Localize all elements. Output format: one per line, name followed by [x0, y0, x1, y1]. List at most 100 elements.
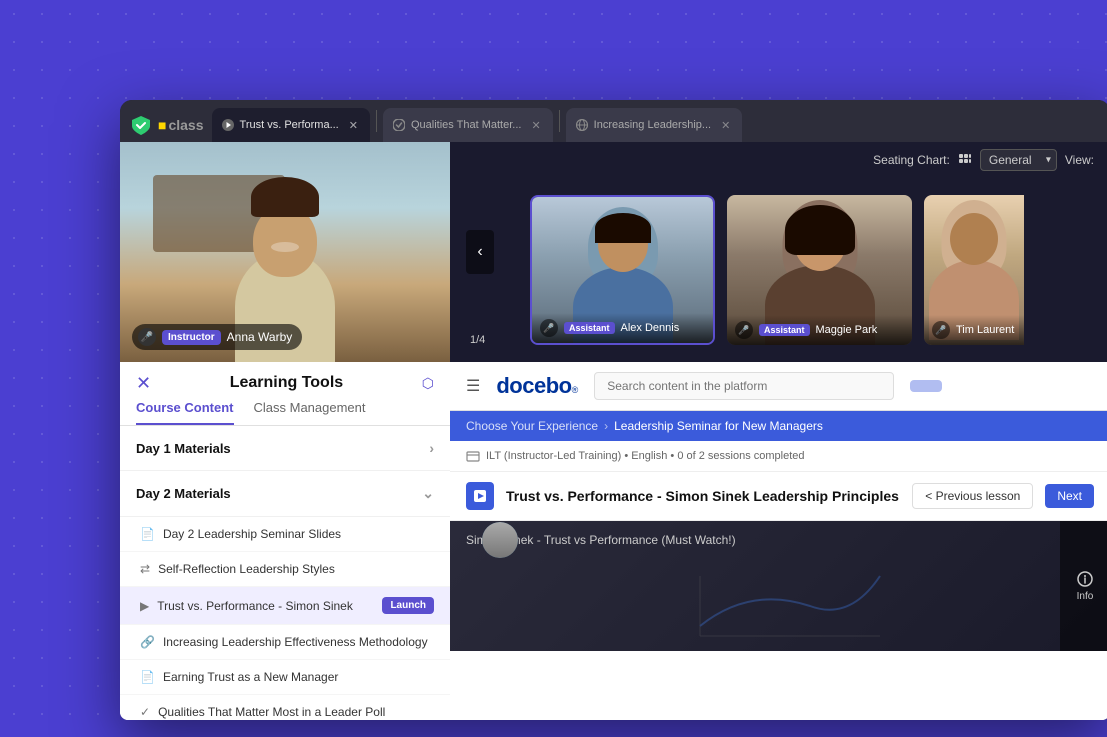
video-info-button[interactable]: Info: [1060, 521, 1107, 651]
lesson-nav: Trust vs. Performance - Simon Sinek Lead…: [450, 472, 1107, 521]
docebo-breadcrumb: Choose Your Experience › Leadership Semi…: [450, 411, 1107, 441]
external-link-icon[interactable]: ⬡: [422, 375, 434, 392]
tab-separator-1: [376, 110, 377, 132]
docebo-header: ☰ docebo ®: [450, 362, 1107, 411]
video-content[interactable]: Simon Sinek - Trust vs Performance (Must…: [450, 521, 1107, 651]
sub-item-trust-performance[interactable]: ▶ Trust vs. Performance - Simon Sinek La…: [120, 587, 450, 625]
maggie-name: Maggie Park: [816, 324, 878, 336]
breadcrumb-parent[interactable]: Choose Your Experience: [466, 419, 598, 433]
tab2-close[interactable]: ✕: [531, 119, 540, 132]
tab-separator-2: [559, 110, 560, 132]
reflection-icon: ⇄: [140, 562, 150, 576]
day1-item[interactable]: Day 1 Materials ›: [120, 426, 450, 471]
globe-icon: [576, 119, 588, 131]
tim-label: 🎤 Tim Laurent: [924, 315, 1024, 345]
seating-chart-label: Seating Chart:: [873, 153, 950, 167]
participant-card-tim[interactable]: 🎤 Tim Laurent: [924, 195, 1024, 345]
docebo-logo: docebo ®: [496, 373, 578, 399]
mic-icon: 🎤: [138, 328, 156, 346]
sub-item-6-label: Qualities That Matter Most in a Leader P…: [158, 705, 434, 719]
sub-item-1-label: Day 2 Leadership Seminar Slides: [163, 527, 434, 541]
tab-class-management[interactable]: Class Management: [254, 400, 366, 425]
link-icon: 🔗: [140, 635, 155, 649]
hamburger-icon[interactable]: ☰: [466, 376, 480, 396]
tab1-close[interactable]: ✕: [349, 119, 358, 132]
sub-item-qualities-poll[interactable]: ✓ Qualities That Matter Most in a Leader…: [120, 695, 450, 720]
instructor-badge: 🎤 Instructor Anna Warby: [132, 324, 302, 350]
docebo-section: ☰ docebo ® Choose Your Experience › Lead…: [450, 362, 1107, 720]
instructor-role-label: Instructor: [162, 330, 221, 345]
maggie-assistant-badge: Assistant: [759, 324, 810, 336]
sub-item-5-label: Earning Trust as a New Manager: [163, 670, 434, 684]
course-meta-text: ILT (Instructor-Led Training) • English …: [486, 450, 805, 462]
seating-bar: Seating Chart: General: [450, 142, 1107, 178]
sub-item-self-reflection[interactable]: ⇄ Self-Reflection Leadership Styles: [120, 552, 450, 587]
page-indicator: 1/4: [470, 334, 485, 346]
tab-course-content[interactable]: Course Content: [136, 400, 234, 425]
breadcrumb-current: Leadership Seminar for New Managers: [614, 419, 823, 433]
participant-card-maggie[interactable]: 🎤 Assistant Maggie Park: [727, 195, 912, 345]
sub-item-3-label: Trust vs. Performance - Simon Sinek: [157, 599, 374, 613]
tab-trust-vs-performance[interactable]: Trust vs. Performa... ✕: [212, 108, 370, 142]
seating-select-wrap[interactable]: General: [980, 149, 1057, 171]
lesson-type-icon: [466, 482, 494, 510]
participant-card-alex[interactable]: 🎤 Assistant Alex Dennis: [530, 195, 715, 345]
docebo-logo-text: docebo: [496, 373, 571, 399]
alex-mic-icon: 🎤: [540, 319, 558, 337]
docebo-action-button[interactable]: [910, 380, 942, 392]
video-visual: [530, 561, 1050, 651]
docebo-inner: ☰ docebo ® Choose Your Experience › Lead…: [450, 362, 1107, 720]
day2-chevron-icon: ⌄: [422, 485, 434, 502]
sub-item-seminar-slides[interactable]: 📄 Day 2 Leadership Seminar Slides: [120, 517, 450, 552]
course-list: Day 1 Materials › Day 2 Materials ⌄ 📄 Da…: [120, 426, 450, 720]
day2-sub-items: 📄 Day 2 Leadership Seminar Slides ⇄ Self…: [120, 517, 450, 720]
tab-qualities-that-matter[interactable]: Qualities That Matter... ✕: [383, 108, 553, 142]
next-lesson-button[interactable]: Next: [1045, 484, 1094, 508]
info-icon: [1077, 571, 1093, 587]
class-logo-text: ■ class: [158, 117, 204, 133]
learning-tools-title: Learning Tools: [151, 374, 422, 392]
tab2-label: Qualities That Matter...: [411, 119, 521, 131]
seating-dropdown[interactable]: General: [980, 149, 1057, 171]
tim-mic-icon: 🎤: [932, 321, 950, 339]
close-button[interactable]: ✕: [136, 374, 151, 392]
lesson-title: Trust vs. Performance - Simon Sinek Lead…: [506, 488, 900, 504]
right-area: Seating Chart: General: [450, 142, 1107, 720]
tab-increasing-leadership[interactable]: Increasing Leadership... ✕: [566, 108, 743, 142]
info-label: Info: [1077, 591, 1094, 602]
instructor-name: Anna Warby: [227, 330, 293, 344]
tim-name: Tim Laurent: [956, 324, 1014, 336]
breadcrumb-separator-icon: ›: [604, 419, 608, 433]
day2-item[interactable]: Day 2 Materials ⌄: [120, 471, 450, 517]
course-info: ILT (Instructor-Led Training) • English …: [450, 441, 1107, 472]
tab3-label: Increasing Leadership...: [594, 119, 711, 131]
sub-item-2-label: Self-Reflection Leadership Styles: [158, 562, 434, 576]
day1-label: Day 1 Materials: [136, 441, 231, 456]
speaker-avatar: [482, 522, 518, 558]
left-panel: 🎤 Instructor Anna Warby ✕ Learning Tools…: [120, 142, 450, 720]
view-label: View:: [1065, 153, 1094, 167]
participant-cards: 🎤 Assistant Alex Dennis: [510, 195, 1024, 345]
sub-item-earning-trust[interactable]: 📄 Earning Trust as a New Manager: [120, 660, 450, 695]
play-circle-icon: ▶: [140, 599, 149, 613]
doc2-icon: 📄: [140, 670, 155, 684]
panel-tabs: Course Content Class Management: [120, 392, 450, 425]
prev-page-button[interactable]: ‹: [466, 230, 494, 274]
sub-item-4-label: Increasing Leadership Effectiveness Meth…: [163, 635, 434, 649]
maggie-label: 🎤 Assistant Maggie Park: [727, 315, 912, 345]
docebo-search-input[interactable]: [594, 372, 894, 400]
maggie-mic-icon: 🎤: [735, 321, 753, 339]
sub-item-leadership-effectiveness[interactable]: 🔗 Increasing Leadership Effectiveness Me…: [120, 625, 450, 660]
docebo-logo-mark: ®: [572, 385, 579, 395]
class-shield-icon: [130, 114, 152, 136]
day1-chevron-icon: ›: [429, 440, 434, 456]
launch-button[interactable]: Launch: [382, 597, 434, 614]
play-icon: [222, 119, 234, 131]
video-grid-section: Seating Chart: General: [450, 142, 1107, 362]
tabs-bar: ■ class Trust vs. Performa... ✕ Qualitie…: [120, 100, 1107, 142]
check2-icon: ✓: [140, 705, 150, 719]
tab3-close[interactable]: ✕: [721, 119, 730, 132]
grid-icon: [958, 153, 972, 167]
prev-lesson-button[interactable]: < Previous lesson: [912, 483, 1033, 509]
browser-window: ■ class Trust vs. Performa... ✕ Qualitie…: [120, 100, 1107, 720]
